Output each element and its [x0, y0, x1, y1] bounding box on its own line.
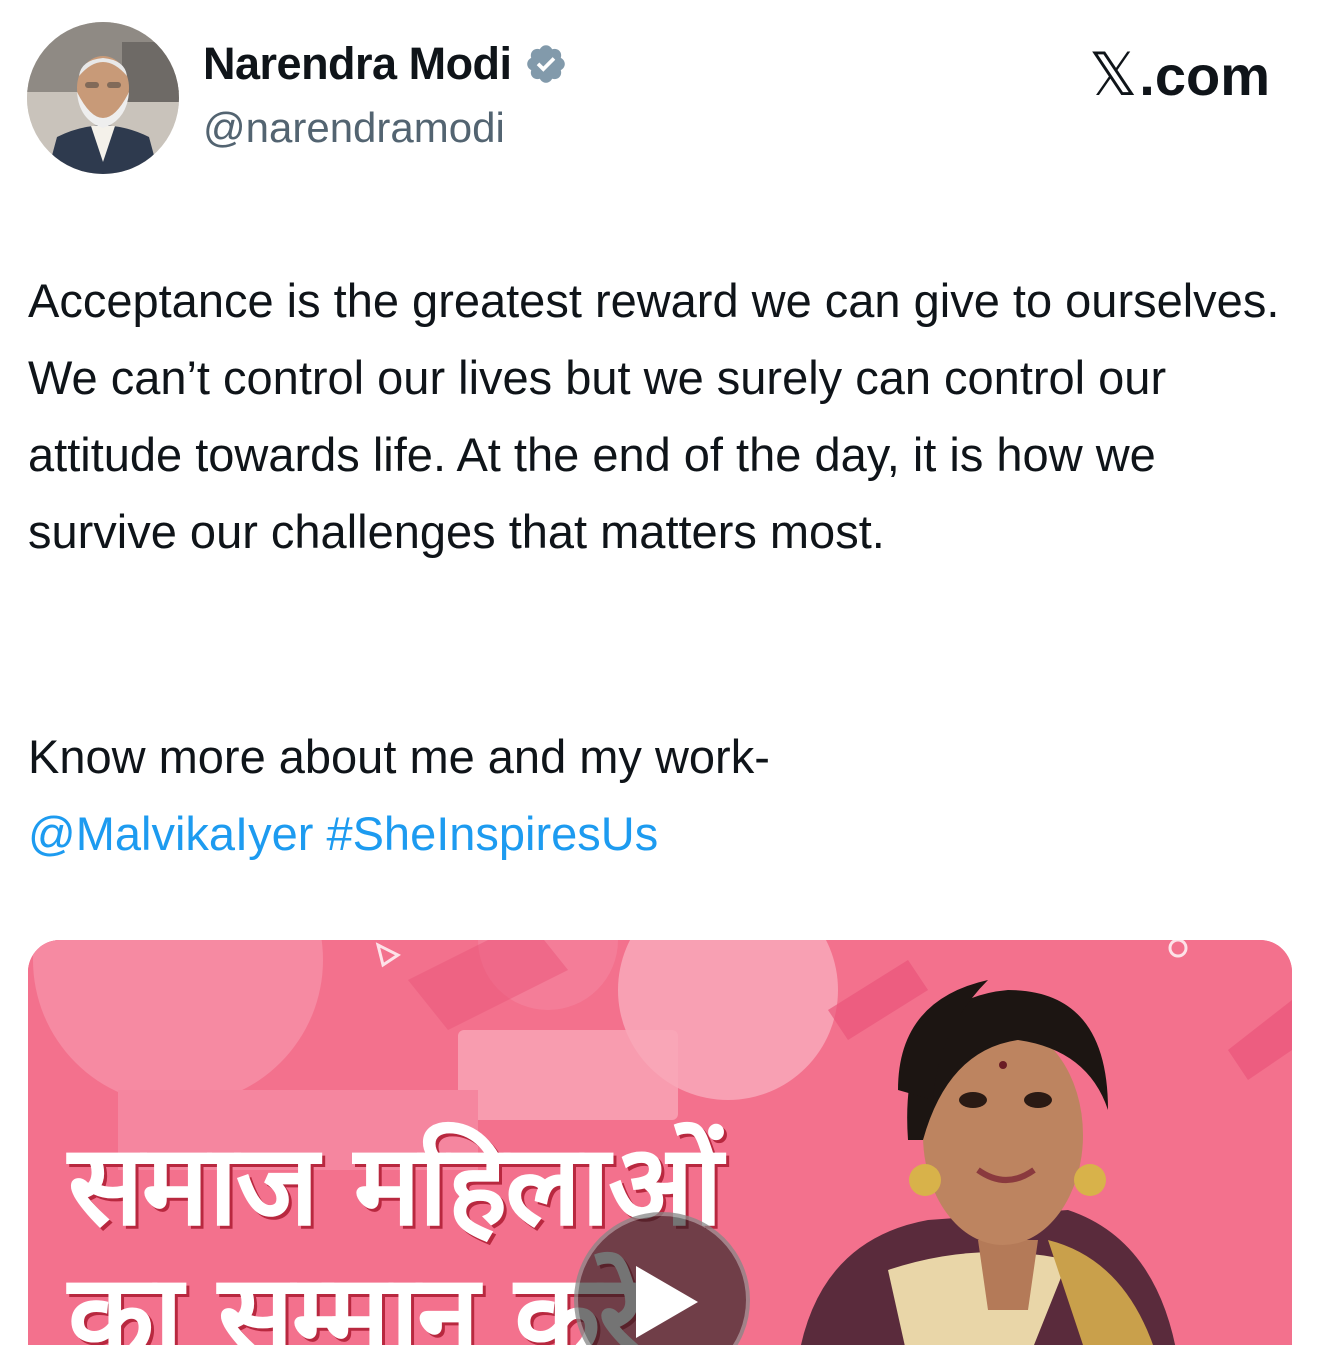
x-logo-icon: 𝕏	[1088, 40, 1138, 110]
hashtag-link[interactable]: #SheInspiresUs	[326, 807, 658, 860]
tweet-links: @MalvikaIyer #SheInspiresUs	[28, 795, 658, 872]
mention-link[interactable]: @MalvikaIyer	[28, 807, 313, 860]
overlay-text-line-2: का सम्मान करे	[68, 1251, 644, 1345]
x-com-brand: 𝕏 .com	[1089, 40, 1270, 110]
verified-badge-icon	[526, 45, 565, 83]
tweet-body: Acceptance is the greatest reward we can…	[28, 262, 1298, 570]
play-icon	[636, 1266, 698, 1338]
tweet-paragraph: Acceptance is the greatest reward we can…	[28, 274, 1293, 558]
video-thumbnail[interactable]: समाज महिलाओं का सम्मान करे	[28, 940, 1292, 1345]
author-display-name[interactable]: Narendra Modi	[203, 38, 512, 90]
author-name-row: Narendra Modi	[203, 38, 568, 90]
author-handle[interactable]: @narendramodi	[203, 104, 505, 152]
author-avatar[interactable]	[27, 22, 179, 174]
tweet-know-more: Know more about me and my work-	[28, 730, 770, 783]
brand-suffix: .com	[1139, 43, 1270, 107]
